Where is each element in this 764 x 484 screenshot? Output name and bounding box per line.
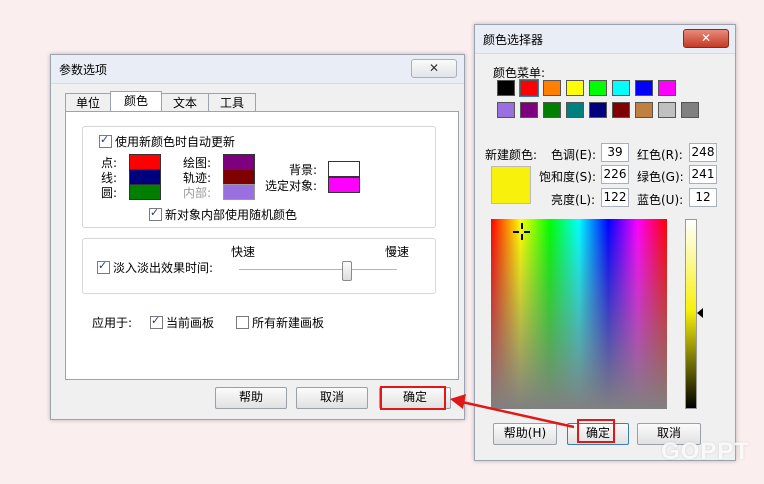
params-dialog: 参数选项 ✕ 单位 颜色 文本 工具 使用新颜色时自动更新 点: 线: 圆: 绘… (50, 54, 465, 420)
all-new-boards-checkbox[interactable]: 所有新建画板 (236, 314, 324, 331)
color-menu-swatch[interactable] (566, 102, 584, 118)
params-help-button[interactable]: 帮助 (215, 387, 287, 409)
current-board-label: 当前画板 (166, 316, 215, 330)
auto-update-label: 使用新颜色时自动更新 (115, 135, 236, 149)
color-menu-swatch[interactable] (635, 80, 653, 96)
color-menu-swatch[interactable] (589, 80, 607, 96)
params-title: 参数选项 (59, 63, 108, 77)
picker-ok-highlight (577, 419, 615, 443)
color-tab-panel: 使用新颜色时自动更新 点: 线: 圆: 绘图: 轨迹: 内部: 背景: 选定对象… (65, 111, 459, 380)
new-color-preview (491, 166, 531, 204)
saturation-label: 饱和度(S): (539, 170, 597, 184)
blue-label: 蓝色(U): (637, 193, 684, 207)
color-menu-swatch[interactable] (658, 102, 676, 118)
locus-color-swatch[interactable] (223, 169, 255, 185)
interior-color-swatch[interactable] (223, 184, 255, 200)
params-tab-strip: 单位 颜色 文本 工具 (65, 91, 455, 113)
checkbox-check-icon (150, 314, 163, 329)
picker-title: 颜色选择器 (483, 33, 544, 47)
luminance-bar[interactable] (685, 219, 697, 409)
tab-text[interactable]: 文本 (161, 93, 209, 112)
color-menu-swatch[interactable] (520, 102, 538, 118)
auto-update-checkbox[interactable]: 使用新颜色时自动更新 (99, 133, 235, 150)
current-board-checkbox[interactable]: 当前画板 (150, 314, 214, 331)
color-menu-label: 颜色菜单: (493, 66, 546, 80)
background-color-swatch[interactable] (328, 161, 360, 177)
random-fill-label: 新对象内部使用随机颜色 (165, 208, 298, 222)
params-ok-highlight (380, 386, 446, 410)
selected-color-swatch[interactable] (328, 177, 360, 193)
hue-saturation-spectrum[interactable] (491, 219, 667, 409)
color-group: 使用新颜色时自动更新 点: 线: 圆: 绘图: 轨迹: 内部: 背景: 选定对象… (82, 126, 436, 228)
interior-color-label: 内部: (183, 186, 212, 200)
blue-field[interactable]: 12 (689, 188, 717, 207)
green-label: 绿色(G): (637, 170, 684, 184)
hue-label: 色调(E): (551, 148, 596, 162)
color-menu-swatch[interactable] (497, 80, 515, 96)
green-field[interactable]: 241 (689, 165, 717, 184)
circle-color-swatch[interactable] (129, 184, 161, 200)
color-menu-swatch[interactable] (497, 102, 515, 118)
luminance-field[interactable]: 122 (601, 188, 629, 207)
selected-color-label: 选定对象: (265, 179, 318, 193)
fade-checkbox[interactable]: 淡入淡出效果时间: (97, 259, 213, 276)
checkbox-check-icon (149, 206, 162, 221)
tab-tools[interactable]: 工具 (208, 93, 256, 112)
color-menu-swatch[interactable] (658, 80, 676, 96)
picker-help-button[interactable]: 帮助(H) (493, 423, 557, 445)
checkbox-check-icon (97, 259, 110, 274)
plot-color-swatch[interactable] (223, 154, 255, 170)
line-color-swatch[interactable] (129, 169, 161, 185)
color-menu-swatch[interactable] (681, 102, 699, 118)
checkbox-empty-icon (236, 316, 249, 329)
tab-units[interactable]: 单位 (65, 93, 111, 112)
hue-field[interactable]: 39 (601, 143, 629, 162)
slow-label: 慢速 (385, 245, 410, 259)
point-color-swatch[interactable] (129, 154, 161, 170)
params-close-button[interactable]: ✕ (411, 59, 457, 78)
saturation-field[interactable]: 226 (601, 165, 629, 184)
fade-label: 淡入淡出效果时间: (113, 261, 214, 275)
apply-label: 应用于: (92, 316, 133, 330)
fade-slider-track (239, 269, 397, 271)
color-menu-swatch[interactable] (589, 102, 607, 118)
color-menu-swatch[interactable] (612, 80, 630, 96)
new-color-label: 新建颜色: (485, 148, 538, 162)
params-titlebar: 参数选项 ✕ (51, 55, 464, 84)
crosshair-icon (513, 223, 530, 240)
watermark-logo: GOPPT (660, 438, 750, 465)
all-new-boards-label: 所有新建画板 (252, 316, 325, 330)
red-field[interactable]: 248 (689, 143, 717, 162)
luminance-pointer-icon[interactable] (697, 308, 703, 318)
fade-group: 快速 慢速 淡入淡出效果时间: (82, 238, 436, 294)
params-cancel-button[interactable]: 取消 (296, 387, 368, 409)
circle-color-label: 圆: (101, 186, 118, 200)
tab-color[interactable]: 颜色 (110, 91, 162, 112)
luminance-label: 亮度(L): (551, 193, 596, 207)
picker-close-button[interactable]: ✕ (683, 29, 729, 48)
color-menu-swatch[interactable] (612, 102, 630, 118)
red-label: 红色(R): (637, 148, 683, 162)
color-menu-swatches (497, 79, 707, 124)
color-menu-swatch[interactable] (543, 102, 561, 118)
color-menu-swatch[interactable] (635, 102, 653, 118)
random-fill-checkbox[interactable]: 新对象内部使用随机颜色 (149, 206, 297, 223)
fade-slider-thumb[interactable] (342, 261, 353, 281)
color-menu-swatch[interactable] (519, 79, 539, 97)
checkbox-check-icon (99, 133, 112, 148)
background-color-label: 背景: (289, 163, 318, 177)
color-menu-swatch[interactable] (543, 80, 561, 96)
color-picker-dialog: 颜色选择器 ✕ 颜色菜单: 新建颜色: 色调(E): 39 饱和度(S): 22… (474, 24, 736, 461)
fast-label: 快速 (231, 245, 256, 259)
color-menu-swatch[interactable] (566, 80, 584, 96)
picker-titlebar: 颜色选择器 ✕ (475, 25, 735, 54)
